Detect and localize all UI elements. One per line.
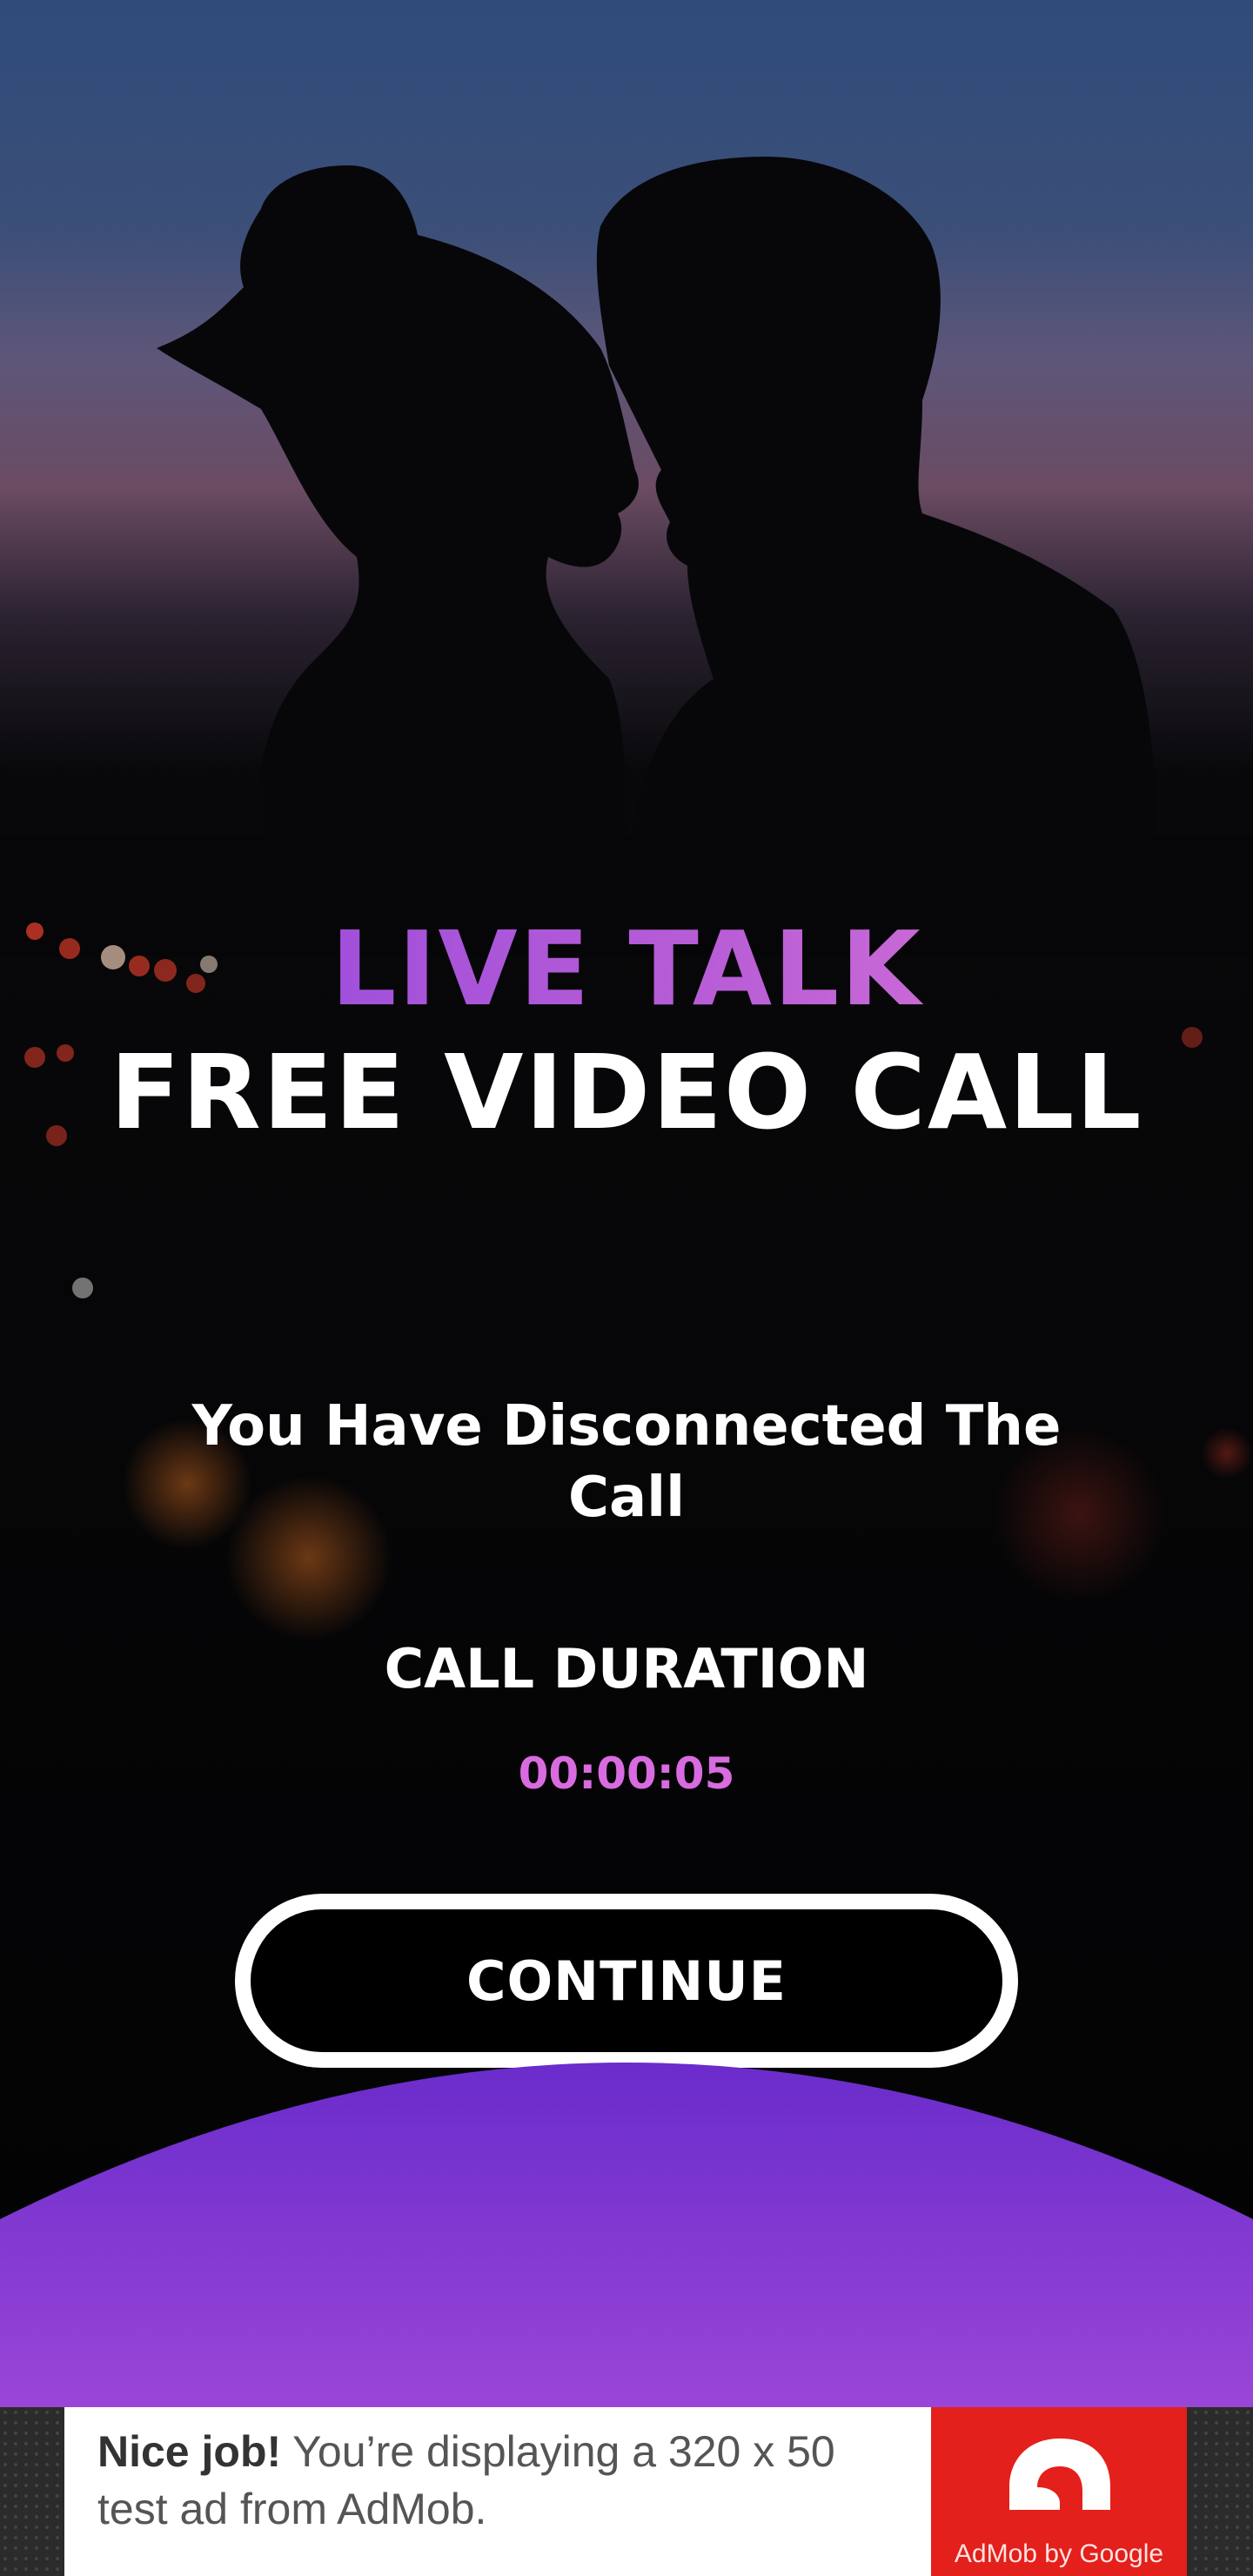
admob-logo-icon	[1009, 2438, 1110, 2510]
app-title-free-video-call: FREE VIDEO CALL	[110, 1032, 1143, 1152]
app-title-live-talk: LIVE TALK	[0, 912, 1253, 1025]
ad-text-bold: Nice job!	[97, 2427, 282, 2476]
continue-button[interactable]: CONTINUE	[235, 1894, 1018, 2068]
call-duration-label: CALL DURATION	[384, 1637, 869, 1701]
call-duration-value: 00:00:05	[518, 1748, 735, 1799]
ad-text: Nice job! You’re displaying a 320 x 50 t…	[64, 2407, 931, 2576]
admob-logo-caption: AdMob by Google	[954, 2539, 1164, 2568]
call-ended-screen: LIVE TALK FREE VIDEO CALL You Have Disco…	[0, 0, 1253, 2576]
ad-content[interactable]: Nice job! You’re displaying a 320 x 50 t…	[64, 2407, 1187, 2576]
call-disconnected-message: You Have Disconnected The Call	[191, 1394, 1062, 1530]
admob-logo: AdMob by Google	[931, 2407, 1187, 2576]
ad-banner[interactable]: Nice job! You’re displaying a 320 x 50 t…	[0, 2407, 1253, 2576]
purple-arc-decoration	[0, 2063, 1253, 2411]
continue-button-label: CONTINUE	[466, 1949, 787, 2013]
